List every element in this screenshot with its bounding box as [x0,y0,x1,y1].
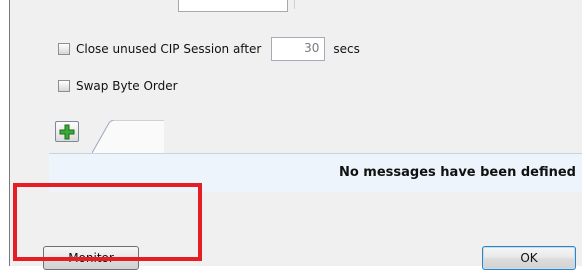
swap-byte-order-checkbox[interactable] [58,80,70,92]
top-field[interactable] [178,0,288,12]
swap-byte-order-label: Swap Byte Order [76,79,178,93]
close-session-checkbox[interactable] [58,43,70,55]
swap-byte-order-row: Swap Byte Order [58,79,178,93]
no-messages-text: No messages have been defined [338,165,576,180]
message-tab-outline [92,120,164,154]
top-divider [294,0,295,9]
ok-button[interactable]: OK [482,246,576,270]
close-session-row: Close unused CIP Session after 30 secs [58,37,360,61]
close-session-unit: secs [333,42,360,56]
close-session-timeout-input[interactable]: 30 [271,37,326,61]
green-plus-icon [59,124,75,139]
highlight-box [13,183,202,261]
close-session-label: Close unused CIP Session after [76,42,262,56]
add-message-button[interactable] [55,121,79,142]
